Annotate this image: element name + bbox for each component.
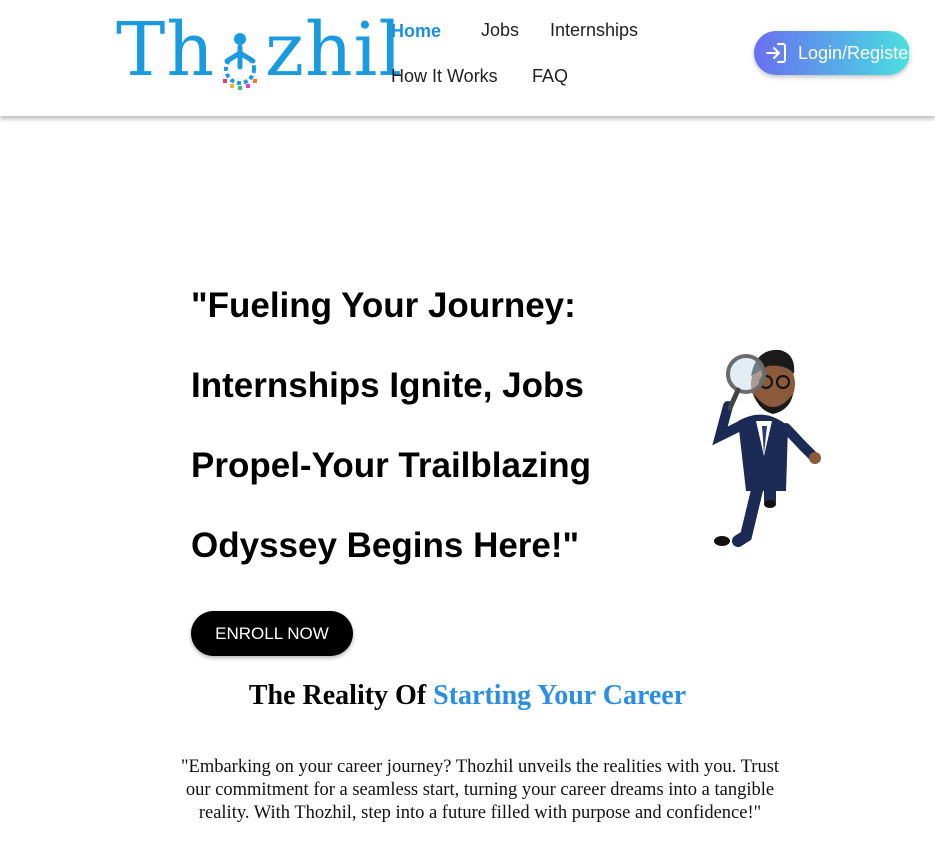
reality-section-title: The Reality Of Starting Your Career [0,680,935,712]
businessman-illustration [698,336,828,556]
main-nav: Home Jobs Internships How It Works FAQ [391,18,691,98]
site-header: Th zhil Home Jobs Internships How It Wor… [0,0,935,116]
nav-internships[interactable]: Internships [550,20,638,41]
login-register-button[interactable]: Login/Register [754,31,914,75]
nav-jobs[interactable]: Jobs [481,20,519,41]
nav-how-it-works[interactable]: How It Works [391,66,498,87]
logo-person-icon [217,24,263,90]
hero-line-3: Propel-Your Trailblazing [191,446,591,485]
hero-line-2: Internships Ignite, Jobs [191,366,584,405]
reality-intro-text: "Embarking on your career journey? Thozh… [180,757,780,823]
login-arrow-icon [764,41,788,65]
hero-line-1: "Fueling Your Journey: [191,286,576,325]
reality-title-accent: Starting Your Career [433,680,687,711]
nav-faq[interactable]: FAQ [532,66,568,87]
logo-text-suffix: zhil [265,7,404,93]
enroll-now-button[interactable]: ENROLL NOW [191,611,353,656]
logo-text-prefix: Th [116,7,216,93]
nav-home[interactable]: Home [391,21,441,42]
reality-title-plain: The Reality Of [248,680,434,711]
login-register-label: Login/Register [798,42,915,63]
hero-line-4: Odyssey Begins Here!" [191,526,580,565]
thozhil-logo[interactable]: Th zhil [116,7,402,93]
